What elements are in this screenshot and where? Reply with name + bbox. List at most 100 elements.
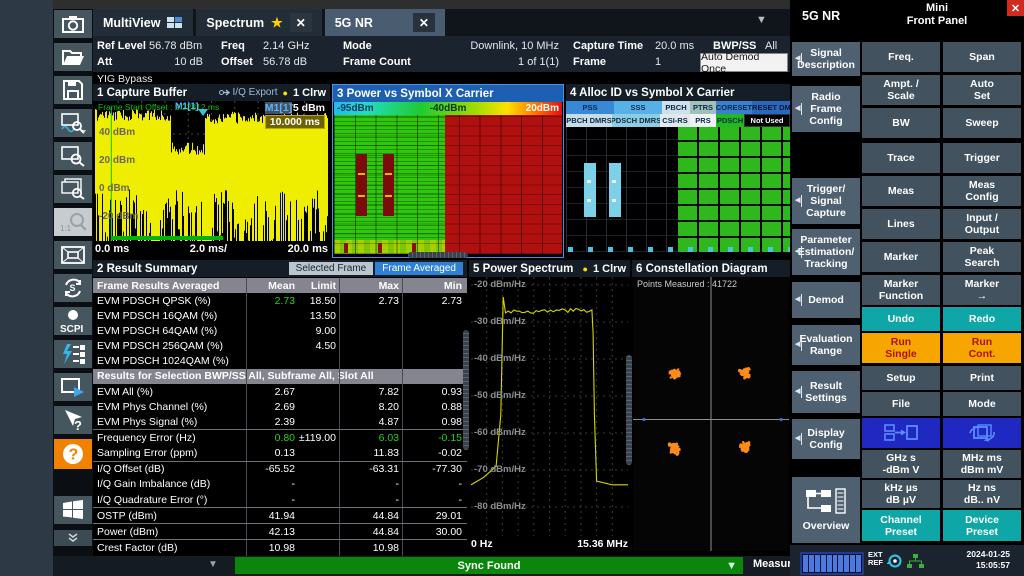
trace-color-dot: ●	[583, 264, 588, 274]
mini-panel-key[interactable]: Run Single	[862, 333, 940, 363]
mini-panel-key[interactable]: Trace	[862, 143, 940, 173]
fit-window-button[interactable]	[54, 241, 92, 269]
tab-list-dropdown[interactable]: ▼	[756, 14, 767, 26]
tab-multiview[interactable]: MultiView	[93, 9, 193, 36]
window-play-button[interactable]	[54, 373, 92, 401]
mini-panel-key[interactable]: Freq.	[862, 42, 940, 72]
mini-panel-key[interactable]: Marker Function	[862, 275, 940, 305]
export-icon	[219, 88, 230, 97]
softkey-button[interactable]: ◀ Trigger/ Signal Capture	[792, 178, 860, 224]
softkey-button[interactable]: ◀ Display Config	[792, 419, 860, 459]
table-row: EVM PDSCH 16QAM (%) 13.50	[93, 308, 467, 323]
legend-not-used: Not Used	[744, 114, 790, 127]
alloc-id-chart[interactable]	[566, 127, 790, 252]
save-button[interactable]	[54, 76, 92, 104]
sync-dropdown-caret[interactable]: ▼	[726, 560, 737, 572]
capture-buffer-titlebar[interactable]: 1 Capture Buffer I/Q Export ● 1 Clrw	[93, 84, 330, 101]
softkey-button[interactable]: ◀ Evaluation Range	[792, 325, 860, 365]
marker-m1-icon[interactable]	[198, 109, 208, 121]
result-summary-titlebar[interactable]: 2 Result Summary Selected Frame Frame Av…	[93, 260, 467, 277]
y-tick-40dbm: 40 dBm	[99, 127, 135, 138]
frame-count-value: 1 of 1(1)	[431, 56, 559, 68]
mini-panel-key[interactable]: Run Cont.	[943, 333, 1021, 363]
softkey-button[interactable]: ◀ Parameter Estimation/ Tracking	[792, 229, 860, 275]
table-row: Sampling Error (ppm) 0.13 11.83 -0.02	[93, 446, 467, 461]
power-spectrum-plot[interactable]: -20 dBm/Hz -30 dBm/Hz -40 dBm/Hz -50 dBm…	[471, 277, 628, 537]
mini-panel-key[interactable]: Ampt. / Scale	[862, 75, 940, 105]
table-row: Power (dBm) 42.13 44.84 30.00	[93, 523, 467, 539]
mini-front-panel-close-button[interactable]: ✕	[1007, 0, 1024, 16]
mini-panel-key[interactable]: File	[862, 392, 940, 416]
mini-panel-key[interactable]: Input / Output	[943, 209, 1021, 239]
mini-panel-key[interactable]: GHz s -dBm V	[862, 450, 940, 478]
mini-panel-key[interactable]: Device Preset	[943, 510, 1021, 541]
softkey-button[interactable]: ◀ Result Settings	[792, 371, 860, 413]
mini-panel-key[interactable]: Marker →	[943, 275, 1021, 305]
mini-panel-key[interactable]: BW	[862, 108, 940, 138]
tab-5g-nr-close-button[interactable]: ✕	[413, 13, 435, 32]
event-sequence-button[interactable]	[54, 340, 92, 368]
mini-panel-key[interactable]	[943, 418, 1021, 448]
mini-panel-key[interactable]: Hz ns dB.. nV	[943, 480, 1021, 508]
constellation-titlebar[interactable]: 6 Constellation Diagram	[632, 260, 790, 277]
power-spectrum-titlebar[interactable]: 5 Power Spectrum ● 1 Clrw	[469, 260, 630, 277]
power-vs-symbol-heatmap[interactable]	[334, 115, 562, 254]
mini-panel-key[interactable]: Trigger	[943, 143, 1021, 173]
mini-panel-key[interactable]: Channel Preset	[862, 510, 940, 541]
status-dropdown-caret[interactable]: ▼	[208, 559, 218, 570]
scrollbar-handle[interactable]	[463, 330, 469, 450]
tab-5g-nr[interactable]: 5G NR ✕	[325, 9, 445, 36]
toolbar-collapse-chevron[interactable]	[54, 530, 92, 546]
mini-panel-key[interactable]: Mode	[943, 392, 1021, 416]
capture-buffer-plot[interactable]: Frame Start Offset : 2.22812 ms M1[1] M1…	[95, 101, 328, 241]
trace-color-dot: ●	[283, 88, 288, 98]
open-file-button[interactable]	[54, 43, 92, 71]
sync-refresh-button[interactable]: S	[54, 274, 92, 302]
mini-panel-key[interactable]: Lines	[862, 209, 940, 239]
table-row: Frequency Error (Hz) 0.80 ±119.00 6.03 -…	[93, 429, 467, 445]
constellation-plot[interactable]: Points Measured : 41722	[633, 277, 789, 551]
softkey-button[interactable]: ◀ Demod	[792, 282, 860, 318]
mini-panel-key[interactable]: kHz µs dB µV	[862, 480, 940, 508]
zoom-button[interactable]	[54, 142, 92, 170]
selected-frame-chip[interactable]: Selected Frame	[289, 262, 374, 275]
alloc-id-titlebar[interactable]: 4 Alloc ID vs Symbol X Carrier	[566, 84, 790, 101]
marker-time-value: 10.000 ms	[265, 115, 325, 129]
multi-zoom-button[interactable]	[54, 175, 92, 203]
mini-panel-key[interactable]: Auto Set	[943, 75, 1021, 105]
softkey-button[interactable]: ◀ Radio Frame Config	[792, 86, 860, 132]
scrollbar-handle[interactable]	[626, 355, 632, 465]
table-row: EVM Phys Channel (%) 2.69 8.20 0.88	[93, 399, 467, 414]
mini-panel-key[interactable]: Span	[943, 42, 1021, 72]
power-vs-symbol-titlebar[interactable]: 3 Power vs Symbol X Carrier	[333, 85, 563, 102]
screenshot-camera-button[interactable]	[54, 10, 92, 38]
iq-export-button[interactable]: I/Q Export	[219, 87, 278, 98]
frame-averaged-chip[interactable]: Frame Averaged	[375, 262, 463, 275]
auto-demod-once-button[interactable]: Auto Demod Once	[700, 53, 788, 72]
softkey-button[interactable]: ◀ Signal Description	[792, 42, 860, 76]
sync-status-bar[interactable]: Sync Found ▼	[235, 557, 743, 574]
mini-panel-key[interactable]: Sweep	[943, 108, 1021, 138]
mini-panel-key[interactable]: Setup	[862, 366, 940, 390]
tab-spectrum[interactable]: Spectrum ★ ✕	[196, 9, 321, 36]
mini-panel-key[interactable]: Peak Search	[943, 242, 1021, 272]
mini-panel-key[interactable]: Redo	[943, 307, 1021, 331]
scrollbar-handle[interactable]	[408, 252, 468, 258]
windows-logo-button[interactable]	[54, 496, 92, 524]
y-tick: -40 dBm/Hz	[474, 353, 526, 364]
mini-panel-key[interactable]: MHz ms dBm mV	[943, 450, 1021, 478]
scpi-recorder-button[interactable]: SCPI	[54, 307, 92, 335]
left-toolbar: 1:1 S SCPI ? ?	[53, 0, 93, 576]
mini-panel-key[interactable]: Print	[943, 366, 1021, 390]
mini-panel-key[interactable]	[862, 418, 940, 448]
tab-spectrum-close-button[interactable]: ✕	[290, 13, 312, 32]
help-button[interactable]: ?	[54, 439, 92, 469]
zoom-signal-button[interactable]	[54, 109, 92, 137]
mini-panel-key[interactable]: Meas Config	[943, 176, 1021, 206]
zoom-one-to-one-button[interactable]: 1:1	[54, 208, 92, 236]
mini-panel-key[interactable]: Meas	[862, 176, 940, 206]
mini-panel-key[interactable]: Marker	[862, 242, 940, 272]
mini-panel-key[interactable]: Undo	[862, 307, 940, 331]
context-help-pointer-button[interactable]: ?	[54, 406, 92, 434]
softkey-overview-button[interactable]: Overview	[792, 477, 860, 543]
